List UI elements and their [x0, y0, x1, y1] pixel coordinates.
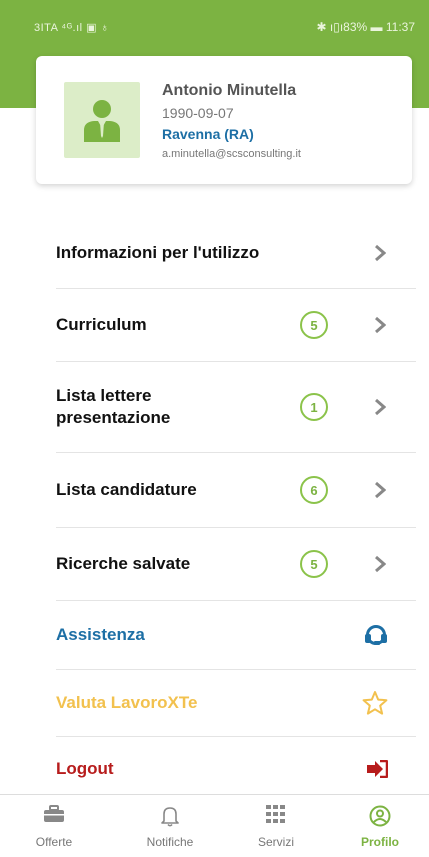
logout-icon [367, 760, 388, 778]
star-icon [362, 691, 388, 715]
count-badge: 5 [300, 311, 328, 339]
status-bar-right: ✱ ı▯ı83% ▬ 11:37 [316, 20, 415, 34]
count-badge: 1 [300, 393, 328, 421]
profile-birth-date: 1990-09-07 [162, 105, 234, 121]
profile-menu: Informazioni per l'utilizzo Curriculum 5… [56, 218, 416, 801]
action-valuta[interactable]: Valuta LavoroXTe [56, 670, 416, 737]
grid-icon [266, 805, 285, 823]
action-assistenza[interactable]: Assistenza [56, 601, 416, 670]
action-label: Valuta LavoroXTe [56, 693, 198, 712]
tab-profilo[interactable]: Profilo [340, 795, 420, 857]
menu-item-label: Curriculum [56, 315, 147, 334]
menu-item-lettere[interactable]: Lista lettere presentazione 1 [56, 362, 416, 453]
tab-servizi[interactable]: Servizi [236, 795, 316, 857]
menu-item-label: Lista candidature [56, 480, 197, 499]
tab-label: Servizi [257, 835, 294, 849]
tab-label: Profilo [361, 835, 399, 849]
count-badge: 5 [300, 550, 328, 578]
action-label: Logout [56, 759, 114, 778]
action-logout[interactable]: Logout [56, 737, 416, 801]
menu-item-curriculum[interactable]: Curriculum 5 [56, 289, 416, 362]
tab-label: Notifiche [146, 835, 194, 849]
chevron-right-icon [375, 316, 386, 334]
user-circle-icon [369, 805, 391, 827]
profile-city: Ravenna (RA) [162, 126, 254, 142]
menu-item-label: Informazioni per l'utilizzo [56, 243, 260, 262]
briefcase-icon [44, 805, 64, 822]
chevron-right-icon [375, 244, 386, 262]
profile-card: Antonio Minutella 1990-09-07 Ravenna (RA… [36, 56, 412, 184]
status-bar-left: 3ITA ⁴ᴳ.ıl ▣ ♁ [34, 22, 110, 34]
bell-icon [161, 807, 179, 827]
tab-label: Offerte [35, 835, 73, 849]
count-badge: 6 [300, 476, 328, 504]
menu-item-label: Lista lettere presentazione [56, 386, 171, 427]
menu-item-label: Ricerche salvate [56, 554, 191, 573]
headset-icon [365, 625, 387, 645]
menu-item-candidature[interactable]: Lista candidature 6 [56, 453, 416, 528]
chevron-right-icon [375, 398, 386, 416]
tab-offerte[interactable]: Offerte [14, 795, 94, 857]
menu-item-ricerche[interactable]: Ricerche salvate 5 [56, 528, 416, 601]
action-label: Assistenza [56, 625, 145, 644]
chevron-right-icon [375, 481, 386, 499]
avatar [64, 82, 140, 158]
chevron-right-icon [375, 555, 386, 573]
menu-item-informazioni[interactable]: Informazioni per l'utilizzo [56, 218, 416, 289]
profile-email: a.minutella@scsconsulting.it [162, 148, 301, 160]
bottom-tab-bar: Offerte Notifiche Servizi Profilo [0, 794, 429, 857]
tab-notifiche[interactable]: Notifiche [130, 795, 210, 857]
profile-name: Antonio Minutella [162, 82, 297, 99]
user-icon [84, 100, 120, 142]
